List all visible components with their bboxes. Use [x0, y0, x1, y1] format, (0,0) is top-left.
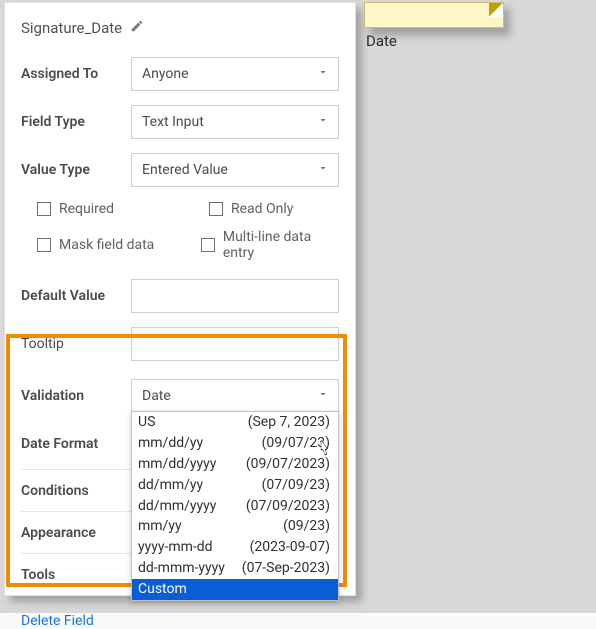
date-format-option[interactable]: mm/dd/yyyy (09/07/2023) [132, 454, 338, 475]
date-format-label: Date Format [21, 436, 131, 452]
date-format-option[interactable]: mm/dd/yy (09/07/23) [132, 433, 338, 454]
appearance-section[interactable]: Appearance [21, 525, 131, 541]
multiline-label: Multi-line data entry [223, 229, 339, 261]
date-format-dropdown: US (Sep 7, 2023) mm/dd/yy (09/07/23) mm/… [131, 411, 339, 601]
pointer-cursor-icon [314, 438, 334, 460]
required-checkbox[interactable] [37, 202, 51, 216]
default-value-input[interactable] [131, 279, 339, 313]
field-corner-icon [489, 3, 503, 17]
assigned-to-value: Anyone [142, 66, 189, 82]
field-properties-panel: Signature_Date Assigned To Anyone Field … [4, 2, 356, 596]
assigned-to-select[interactable]: Anyone [131, 57, 339, 91]
conditions-section[interactable]: Conditions [21, 483, 131, 499]
validation-value: Date [142, 388, 171, 404]
delete-field-link[interactable]: Delete Field [21, 613, 94, 629]
date-format-option[interactable]: yyyy-mm-dd (2023-09-07) [132, 537, 338, 558]
value-type-value: Entered Value [142, 162, 228, 178]
readonly-label: Read Only [231, 201, 293, 217]
date-format-option[interactable]: mm/yy (09/23) [132, 516, 338, 537]
assigned-to-label: Assigned To [21, 66, 131, 82]
date-format-option-custom[interactable]: Custom [132, 579, 338, 600]
tooltip-input[interactable] [131, 327, 339, 361]
date-format-option[interactable]: dd/mm/yyyy (07/09/2023) [132, 496, 338, 517]
value-type-select[interactable]: Entered Value [131, 153, 339, 187]
date-field-preview-label: Date [366, 32, 397, 50]
tools-section[interactable]: Tools [21, 567, 131, 583]
validation-select[interactable]: Date [131, 379, 339, 413]
mask-label: Mask field data [59, 237, 154, 253]
field-type-select[interactable]: Text Input [131, 105, 339, 139]
field-type-label: Field Type [21, 114, 131, 130]
mask-checkbox[interactable] [37, 238, 51, 252]
date-format-option[interactable]: dd/mm/yy (07/09/23) [132, 475, 338, 496]
default-value-label: Default Value [21, 288, 131, 304]
value-type-label: Value Type [21, 162, 131, 178]
date-format-option[interactable]: dd-mmm-yyyy (07-Sep-2023) [132, 558, 338, 579]
field-type-value: Text Input [142, 114, 204, 130]
multiline-checkbox[interactable] [201, 238, 215, 252]
validation-label: Validation [21, 388, 131, 404]
date-field-preview[interactable] [364, 2, 504, 28]
field-name-text: Signature_Date [21, 19, 122, 37]
required-label: Required [59, 201, 114, 217]
tooltip-label: Tooltip [21, 336, 131, 352]
edit-name-icon[interactable] [130, 19, 144, 37]
date-format-option[interactable]: US (Sep 7, 2023) [132, 412, 338, 433]
readonly-checkbox[interactable] [209, 202, 223, 216]
